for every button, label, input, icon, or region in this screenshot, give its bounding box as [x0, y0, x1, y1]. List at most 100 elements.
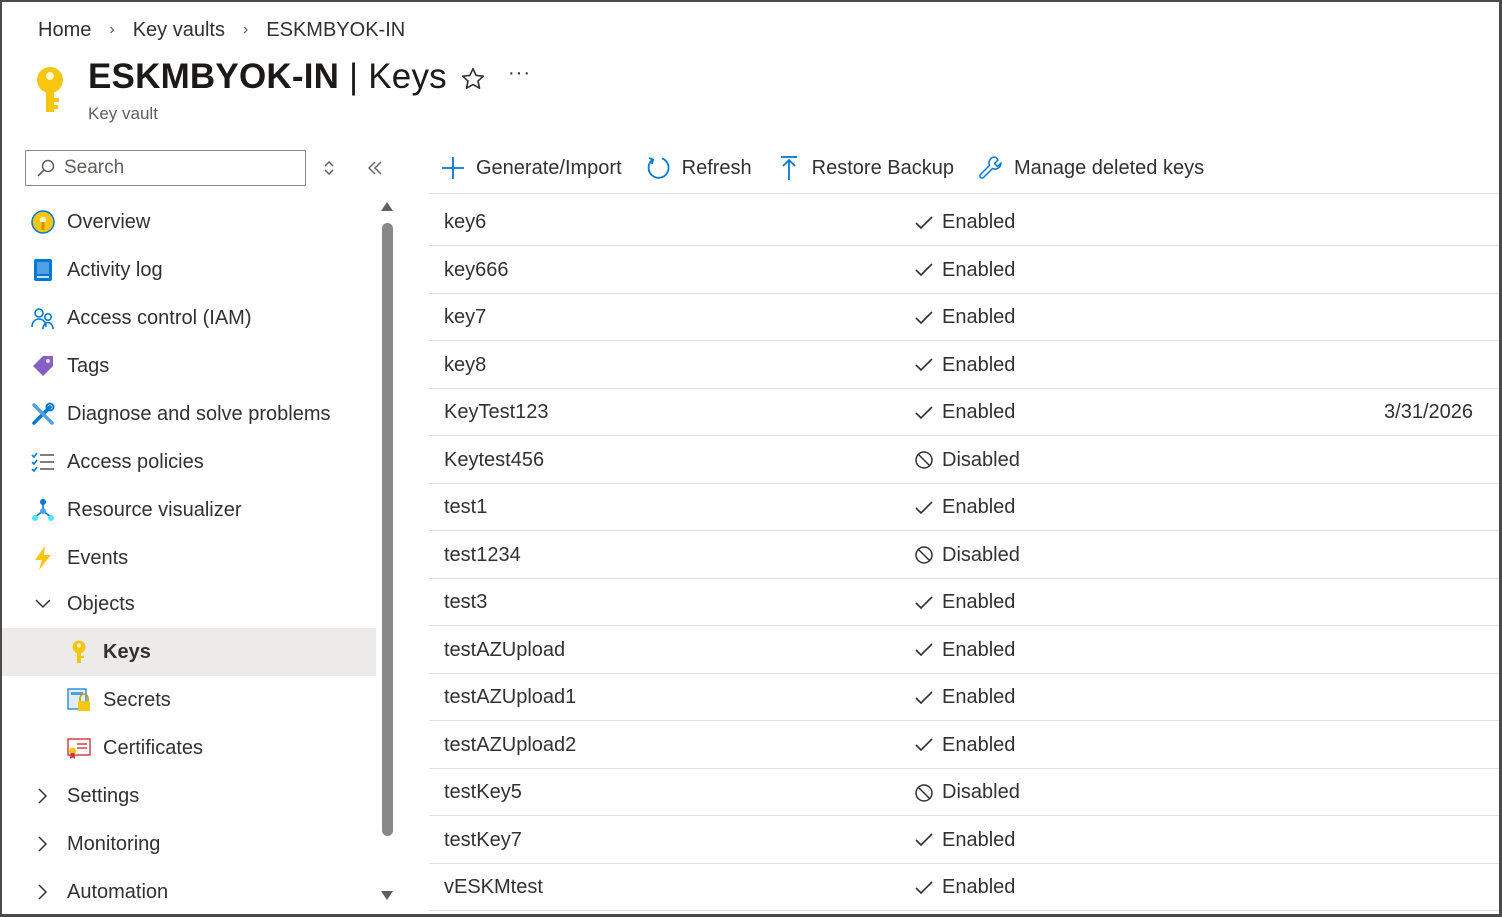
key-name-link[interactable]: test1234 [444, 544, 521, 567]
sidebar-group-settings[interactable]: Settings [2, 772, 376, 820]
restore-backup-button[interactable]: Restore Backup [776, 155, 954, 181]
key-name-link[interactable]: testAZUpload1 [444, 686, 576, 709]
table-row[interactable]: key6 Enabled [429, 199, 1499, 246]
breadcrumb: Home › Key vaults › ESKMBYOK-IN [38, 16, 405, 44]
wrench-icon [32, 402, 55, 425]
breadcrumb-home[interactable]: Home [38, 19, 91, 42]
page-title: ESKMBYOK-IN | Keys [88, 57, 447, 97]
star-outline-icon[interactable] [460, 66, 486, 92]
search-icon [37, 159, 55, 177]
toolbar-divider [429, 193, 1499, 194]
tag-icon [33, 356, 53, 376]
sidebar-item-label: Activity log [67, 258, 163, 281]
key-name-link[interactable]: test1 [444, 496, 487, 519]
key-name-link[interactable]: key6 [444, 211, 486, 234]
page-title-separator: | [339, 57, 369, 96]
scroll-up-icon[interactable] [381, 202, 393, 211]
table-row[interactable]: test1 Enabled [429, 484, 1499, 531]
key-name-link[interactable]: testAZUpload [444, 639, 565, 662]
table-row[interactable]: Keytest456 Disabled [429, 437, 1499, 484]
key-status: Enabled [914, 876, 1015, 899]
generate-import-label: Generate/Import [476, 156, 622, 179]
sidebar-item-overview[interactable]: Overview [2, 198, 376, 246]
table-row[interactable]: testAZUpload2 Enabled [429, 722, 1499, 769]
page-title-section: Keys [368, 57, 447, 96]
app-window: Home › Key vaults › ESKMBYOK-IN ESKMBYOK… [0, 0, 1502, 917]
key-status-label: Enabled [942, 401, 1016, 423]
table-row[interactable]: key7 Enabled [429, 294, 1499, 341]
key-name-link[interactable]: vESKMtest [444, 876, 543, 899]
checkmark-icon [915, 738, 933, 752]
key-name-link[interactable]: test3 [444, 591, 487, 614]
table-row[interactable]: testKey5 Disabled [429, 769, 1499, 816]
certificate-icon [67, 738, 91, 759]
manage-deleted-keys-button[interactable]: Manage deleted keys [978, 155, 1204, 181]
sidebar-item-access-policies[interactable]: Access policies [2, 438, 376, 486]
table-row[interactable]: testAZUpload1 Enabled [429, 674, 1499, 721]
chevron-right-icon: › [109, 21, 115, 38]
sidebar-group-objects[interactable]: Objects [2, 582, 376, 626]
table-row[interactable]: test3 Enabled [429, 579, 1499, 626]
breadcrumb-current[interactable]: ESKMBYOK-IN [266, 19, 405, 42]
key-name-link[interactable]: key8 [444, 354, 486, 377]
key-status: Enabled [914, 734, 1015, 757]
table-row[interactable]: key8 Enabled [429, 342, 1499, 389]
sidebar-item-tags[interactable]: Tags [2, 342, 376, 390]
refresh-button[interactable]: Refresh [646, 155, 752, 181]
secret-icon [67, 688, 90, 711]
table-row[interactable]: KeyTest123 Enabled 3/31/2026 [429, 389, 1499, 436]
table-row[interactable]: vESKMtest Enabled [429, 864, 1499, 911]
more-options-icon[interactable]: ··· [508, 62, 531, 85]
key-status-label: Enabled [942, 686, 1016, 708]
sidebar-item-activity-log[interactable]: Activity log [2, 246, 376, 294]
key-status-label: Enabled [942, 496, 1016, 518]
key-name-link[interactable]: KeyTest123 [444, 401, 549, 424]
table-row[interactable]: test1234 Disabled [429, 532, 1499, 579]
key-name-link[interactable]: Keytest456 [444, 449, 544, 472]
iam-icon [31, 308, 54, 330]
breadcrumb-key-vaults[interactable]: Key vaults [133, 19, 225, 42]
checkmark-icon [915, 690, 933, 704]
refresh-label: Refresh [681, 156, 752, 179]
expand-collapse-icon[interactable] [322, 160, 336, 176]
key-expiration-date: 3/31/2026 [1384, 401, 1473, 423]
sidebar-item-label: Automation [67, 880, 169, 903]
key-name-link[interactable]: testKey7 [444, 829, 522, 852]
key-name-link[interactable]: key7 [444, 306, 486, 329]
sidebar-item-resource-visualizer[interactable]: Resource visualizer [2, 486, 376, 534]
activity-log-icon [34, 259, 52, 281]
checkmark-icon [915, 310, 933, 324]
scroll-down-icon[interactable] [381, 891, 393, 900]
sidebar-item-diagnose[interactable]: Diagnose and solve problems [2, 390, 376, 438]
sidebar-group-automation[interactable]: Automation [2, 868, 376, 914]
refresh-icon [647, 157, 670, 179]
sidebar-item-secrets[interactable]: Secrets [2, 676, 376, 724]
sidebar-scroll-thumb[interactable] [382, 223, 393, 836]
sidebar-item-certificates[interactable]: Certificates [2, 724, 376, 772]
sidebar-item-label: Objects [67, 592, 135, 615]
key-status-label: Enabled [942, 211, 1016, 233]
lightning-icon [35, 546, 51, 570]
key-name-link[interactable]: key666 [444, 259, 509, 282]
blocked-icon [915, 451, 933, 469]
table-row[interactable]: testAZUpload Enabled [429, 627, 1499, 674]
checkmark-icon [915, 880, 933, 894]
sidebar-item-events[interactable]: Events [2, 534, 376, 582]
key-status-label: Enabled [942, 306, 1016, 328]
nav-search[interactable] [25, 150, 306, 186]
key-status: Enabled [914, 639, 1015, 662]
sidebar-group-monitoring[interactable]: Monitoring [2, 820, 376, 868]
key-status: Enabled [914, 591, 1015, 614]
key-name-link[interactable]: testAZUpload2 [444, 734, 576, 757]
key-name-link[interactable]: testKey5 [444, 781, 522, 804]
table-row[interactable]: key666 Enabled [429, 247, 1499, 294]
sidebar-item-keys[interactable]: Keys [2, 628, 376, 676]
key-status-label: Enabled [942, 591, 1016, 613]
nav-search-input[interactable] [64, 157, 294, 179]
generate-import-button[interactable]: Generate/Import [440, 155, 622, 181]
table-row[interactable]: testKey7 Enabled [429, 817, 1499, 864]
page-title-resource: ESKMBYOK-IN [88, 57, 340, 96]
sidebar-item-access-control[interactable]: Access control (IAM) [2, 294, 376, 342]
sidebar-item-label: Overview [67, 210, 151, 233]
collapse-sidebar-icon[interactable] [366, 160, 384, 176]
